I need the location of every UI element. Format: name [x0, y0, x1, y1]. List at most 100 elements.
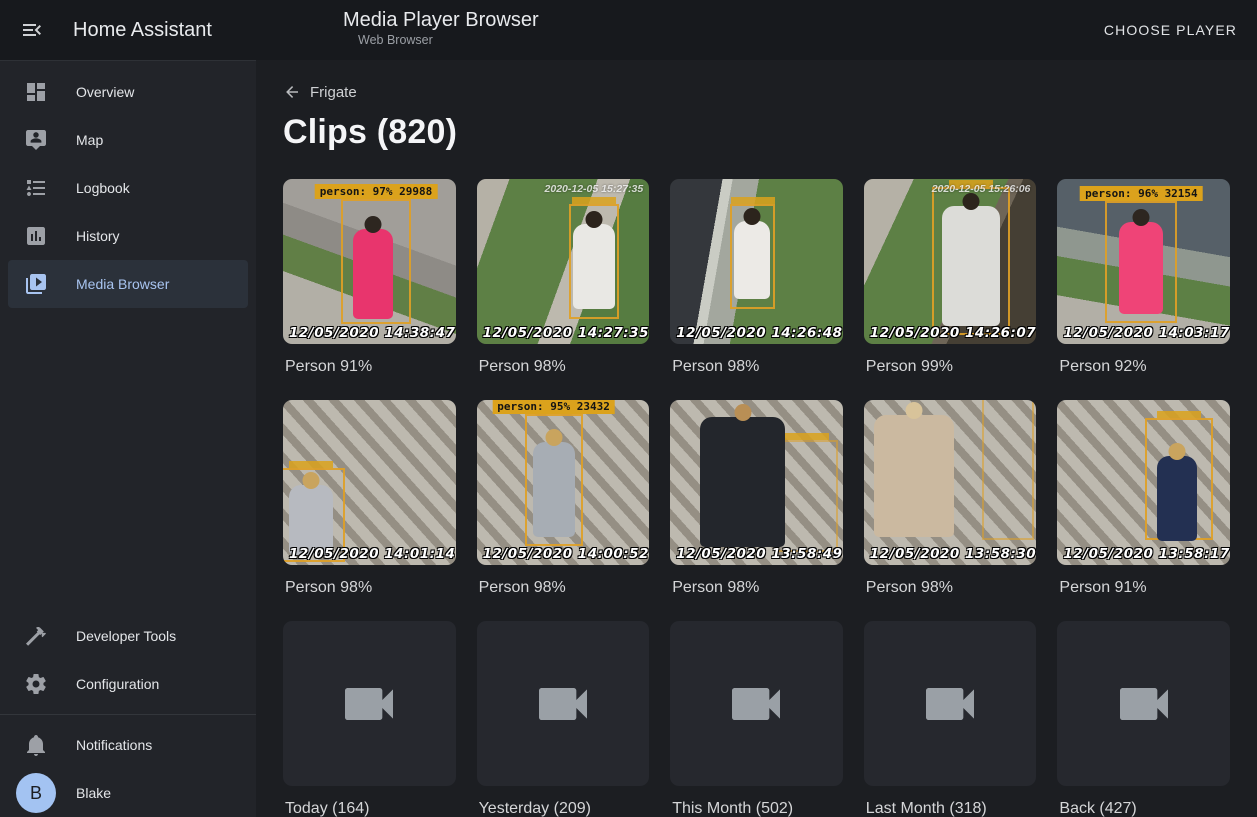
clip-caption: Person 91%	[1059, 576, 1230, 600]
video-camera-icon	[1112, 672, 1176, 736]
sidebar-item-history[interactable]: History	[8, 212, 248, 260]
panel-subtitle: Web Browser	[358, 33, 539, 47]
clip-card[interactable]: 2020-12-05 15:27:35 12/05/2020 14:27:35 …	[477, 179, 650, 400]
sidebar-item-notifications[interactable]: Notifications	[8, 721, 248, 769]
clip-caption: Person 98%	[479, 355, 650, 379]
clip-card[interactable]: 12/05/2020 14:01:14 Person 98%	[283, 400, 456, 621]
clip-timestamp-overlay: 12/05/2020 14:27:35	[483, 325, 649, 341]
folder-card[interactable]: This Month (502)	[670, 621, 843, 817]
detection-label	[572, 197, 616, 204]
sidebar-item-media-browser[interactable]: Media Browser	[8, 260, 248, 308]
folder-tile	[864, 621, 1037, 786]
detection-label	[785, 433, 829, 440]
clips-grid: person: 97% 29988 12/05/2020 14:38:47 Pe…	[283, 179, 1230, 621]
clip-caption: Person 91%	[285, 355, 456, 379]
person-figure	[353, 229, 393, 319]
page-title: Clips (820)	[283, 113, 1230, 152]
clip-card[interactable]: person: 95% 23432 12/05/2020 14:00:52 Pe…	[477, 400, 650, 621]
sidebar-item-configuration[interactable]: Configuration	[8, 660, 248, 708]
clip-timestamp-overlay: 12/05/2020 14:26:48	[676, 325, 842, 341]
folder-caption: Yesterday (209)	[479, 797, 650, 817]
app-title: Home Assistant	[73, 19, 212, 42]
folder-card[interactable]: Last Month (318)	[864, 621, 1037, 817]
sidebar-item-label: Configuration	[76, 676, 159, 692]
sidebar-item-label: Developer Tools	[76, 628, 176, 644]
panel-title: Media Player Browser	[343, 7, 539, 33]
sidebar-item-label: Map	[76, 132, 103, 148]
detection-label: person: 96% 32154	[1080, 186, 1203, 201]
folder-tile	[477, 621, 650, 786]
detection-label	[1157, 411, 1201, 418]
user-name: Blake	[76, 785, 111, 801]
sidebar-divider	[0, 714, 256, 715]
video-camera-icon	[337, 672, 401, 736]
clip-timestamp-overlay: 12/05/2020 13:58:30	[870, 546, 1036, 562]
sidebar-item-label: Media Browser	[76, 276, 169, 292]
sidebar-header: Home Assistant	[0, 10, 256, 50]
sidebar-item-map[interactable]: Map	[8, 116, 248, 164]
clip-thumbnail: 2020-12-05 15:26:06 12/05/2020 14:26:07	[864, 179, 1037, 344]
media-browser-content: Frigate Clips (820) person: 97% 29988 12…	[256, 60, 1257, 817]
clip-card[interactable]: 12/05/2020 14:26:48 Person 98%	[670, 179, 843, 400]
media-browser-icon	[24, 272, 48, 296]
folder-tile	[283, 621, 456, 786]
sidebar-item-overview[interactable]: Overview	[8, 68, 248, 116]
camera-corner-timestamp: 2020-12-05 15:27:35	[545, 183, 644, 195]
clip-timestamp-overlay: 12/05/2020 13:58:49	[676, 546, 842, 562]
detection-label	[289, 461, 333, 468]
clip-card[interactable]: person: 96% 32154 12/05/2020 14:03:17 Pe…	[1057, 179, 1230, 400]
app-header: Home Assistant Media Player Browser Web …	[0, 0, 1257, 60]
sidebar-item-profile[interactable]: B Blake	[8, 769, 248, 817]
clip-timestamp-overlay: 12/05/2020 14:00:52	[483, 546, 649, 562]
detection-label: person: 95% 23432	[492, 400, 615, 414]
folder-caption: Last Month (318)	[866, 797, 1037, 817]
avatar: B	[16, 773, 56, 813]
detection-bounding-box	[982, 400, 1034, 540]
gear-icon	[24, 672, 48, 696]
clip-card[interactable]: 12/05/2020 13:58:30 Person 98%	[864, 400, 1037, 621]
panel-header: Media Player Browser Web Browser	[343, 7, 539, 47]
sidebar-item-label: History	[76, 228, 120, 244]
choose-player-button[interactable]: CHOOSE PLAYER	[1092, 12, 1249, 48]
clip-timestamp-overlay: 12/05/2020 14:03:17	[1063, 325, 1229, 341]
person-figure	[573, 224, 615, 309]
clip-thumbnail: 2020-12-05 15:27:35 12/05/2020 14:27:35	[477, 179, 650, 344]
person-figure	[874, 415, 954, 537]
logbook-list-icon	[24, 176, 48, 200]
sidebar-toggle-icon[interactable]	[12, 10, 52, 50]
folder-tile	[1057, 621, 1230, 786]
video-camera-icon	[531, 672, 595, 736]
history-chart-icon	[24, 224, 48, 248]
folder-tile	[670, 621, 843, 786]
sidebar-item-logbook[interactable]: Logbook	[8, 164, 248, 212]
breadcrumb-back[interactable]: Frigate	[283, 83, 357, 101]
clip-caption: Person 98%	[866, 576, 1037, 600]
notifications-label: Notifications	[76, 737, 152, 753]
clip-card[interactable]: 12/05/2020 13:58:49 Person 98%	[670, 400, 843, 621]
sidebar-spacer	[0, 308, 256, 612]
sidebar-item-label: Logbook	[76, 180, 130, 196]
clip-card[interactable]: 2020-12-05 15:26:06 12/05/2020 14:26:07 …	[864, 179, 1037, 400]
clip-timestamp-overlay: 12/05/2020 14:26:07	[870, 325, 1036, 341]
hammer-icon	[24, 624, 48, 648]
clip-thumbnail: 12/05/2020 14:26:48	[670, 179, 843, 344]
person-figure	[289, 485, 333, 555]
folder-caption: Back (427)	[1059, 797, 1230, 817]
video-camera-icon	[918, 672, 982, 736]
clip-thumbnail: person: 96% 32154 12/05/2020 14:03:17	[1057, 179, 1230, 344]
clip-caption: Person 98%	[672, 355, 843, 379]
clip-caption: Person 92%	[1059, 355, 1230, 379]
folder-card[interactable]: Today (164)	[283, 621, 456, 817]
folder-card[interactable]: Back (427)	[1057, 621, 1230, 817]
clip-thumbnail: person: 95% 23432 12/05/2020 14:00:52	[477, 400, 650, 565]
clip-caption: Person 98%	[672, 576, 843, 600]
sidebar: Overview Map Logbook History Media Brows…	[0, 60, 256, 817]
video-camera-icon	[724, 672, 788, 736]
clip-card[interactable]: 12/05/2020 13:58:17 Person 91%	[1057, 400, 1230, 621]
detection-bounding-box	[776, 440, 838, 552]
sidebar-item-developer-tools[interactable]: Developer Tools	[8, 612, 248, 660]
clip-card[interactable]: person: 97% 29988 12/05/2020 14:38:47 Pe…	[283, 179, 456, 400]
folder-card[interactable]: Yesterday (209)	[477, 621, 650, 817]
clip-thumbnail: 12/05/2020 13:58:30	[864, 400, 1037, 565]
folder-caption: Today (164)	[285, 797, 456, 817]
